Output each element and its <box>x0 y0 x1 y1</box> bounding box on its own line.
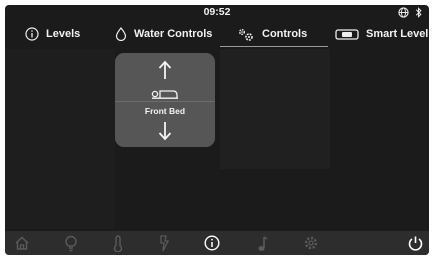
music-icon <box>258 235 268 251</box>
globe-icon <box>398 7 409 18</box>
tab-smart-level[interactable]: Smart Level <box>335 21 428 47</box>
controls-content: Front Bed <box>5 49 429 229</box>
active-tab-indicator <box>220 46 328 47</box>
nav-power-system[interactable] <box>152 231 176 255</box>
status-bar: 09:52 <box>5 5 429 21</box>
bottom-nav-bar <box>5 231 429 255</box>
nav-home[interactable] <box>10 231 34 255</box>
nav-lighting[interactable] <box>59 231 83 255</box>
card-divider <box>115 101 215 102</box>
bluetooth-icon <box>415 7 422 18</box>
lightbulb-icon <box>65 235 77 251</box>
tab-bar: Levels Water Controls Controls Smart Lev… <box>5 21 429 47</box>
bed-up-button[interactable] <box>115 55 215 85</box>
thermometer-icon <box>113 234 123 252</box>
clock: 09:52 <box>203 6 231 18</box>
bed-icon <box>151 90 178 99</box>
power-button[interactable] <box>403 231 427 255</box>
front-bed-control: Front Bed <box>115 53 215 147</box>
level-gauge-icon <box>335 28 359 40</box>
settings-gear-icon <box>304 236 318 250</box>
power-icon <box>408 236 422 251</box>
gears-icon <box>239 28 253 41</box>
nav-temperature[interactable] <box>106 231 130 255</box>
nav-audio[interactable] <box>250 231 274 255</box>
app-screen: 09:52 Levels Water Controls Controls Sma… <box>5 5 429 255</box>
nav-info[interactable] <box>200 231 224 255</box>
left-panel <box>5 49 115 229</box>
nav-settings[interactable] <box>299 231 323 255</box>
tab-levels[interactable]: Levels <box>25 21 80 47</box>
tab-label: Levels <box>46 28 81 40</box>
tab-water-controls[interactable]: Water Controls <box>115 21 212 47</box>
info-circle-icon <box>25 27 39 41</box>
arrow-up-icon <box>158 60 172 79</box>
info-icon <box>204 235 220 251</box>
water-drop-icon <box>115 27 127 41</box>
status-icons <box>398 7 423 18</box>
tab-label: Controls <box>262 28 308 40</box>
right-panel <box>220 49 330 169</box>
tab-label: Smart Level <box>366 28 429 40</box>
tab-label: Water Controls <box>134 28 213 40</box>
tab-controls[interactable]: Controls <box>237 21 307 47</box>
arrow-down-icon <box>158 122 172 141</box>
home-icon <box>15 236 29 250</box>
bed-down-button[interactable] <box>115 117 215 145</box>
power-bolt-icon <box>160 234 170 251</box>
control-label: Front Bed <box>144 106 186 116</box>
